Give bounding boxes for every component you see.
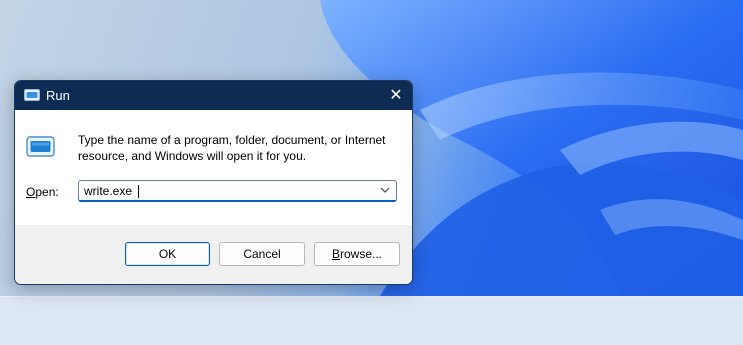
taskbar-area	[0, 296, 743, 345]
open-label-rest: pen:	[35, 185, 59, 199]
open-input[interactable]: write.exe	[84, 184, 132, 198]
cancel-button-label: Cancel	[243, 247, 281, 261]
open-combobox[interactable]: write.exe	[78, 180, 397, 202]
browse-button-label: rowse...	[340, 247, 383, 261]
close-icon: ✕	[389, 86, 403, 104]
dialog-footer: OK Cancel Browse...	[15, 225, 412, 284]
cancel-button[interactable]: Cancel	[219, 242, 305, 266]
open-label: Open:	[26, 185, 59, 199]
instruction-text: Type the name of a program, folder, docu…	[78, 133, 386, 163]
text-cursor	[138, 185, 139, 198]
browse-access-key: B	[331, 247, 340, 261]
title-bar: Run ✕	[15, 81, 412, 110]
chevron-down-icon[interactable]	[380, 186, 390, 194]
run-dialog: Run ✕ Type the name of a program, folder…	[14, 80, 413, 285]
open-label-access-key: O	[26, 185, 36, 199]
run-app-icon	[24, 89, 40, 101]
browse-button[interactable]: Browse...	[314, 242, 400, 266]
dialog-body: Type the name of a program, folder, docu…	[15, 110, 412, 225]
window-title: Run	[46, 88, 70, 103]
ok-button[interactable]: OK	[125, 242, 210, 266]
close-button[interactable]: ✕	[380, 81, 412, 110]
run-program-icon	[26, 136, 55, 157]
ok-button-label: OK	[158, 247, 177, 261]
